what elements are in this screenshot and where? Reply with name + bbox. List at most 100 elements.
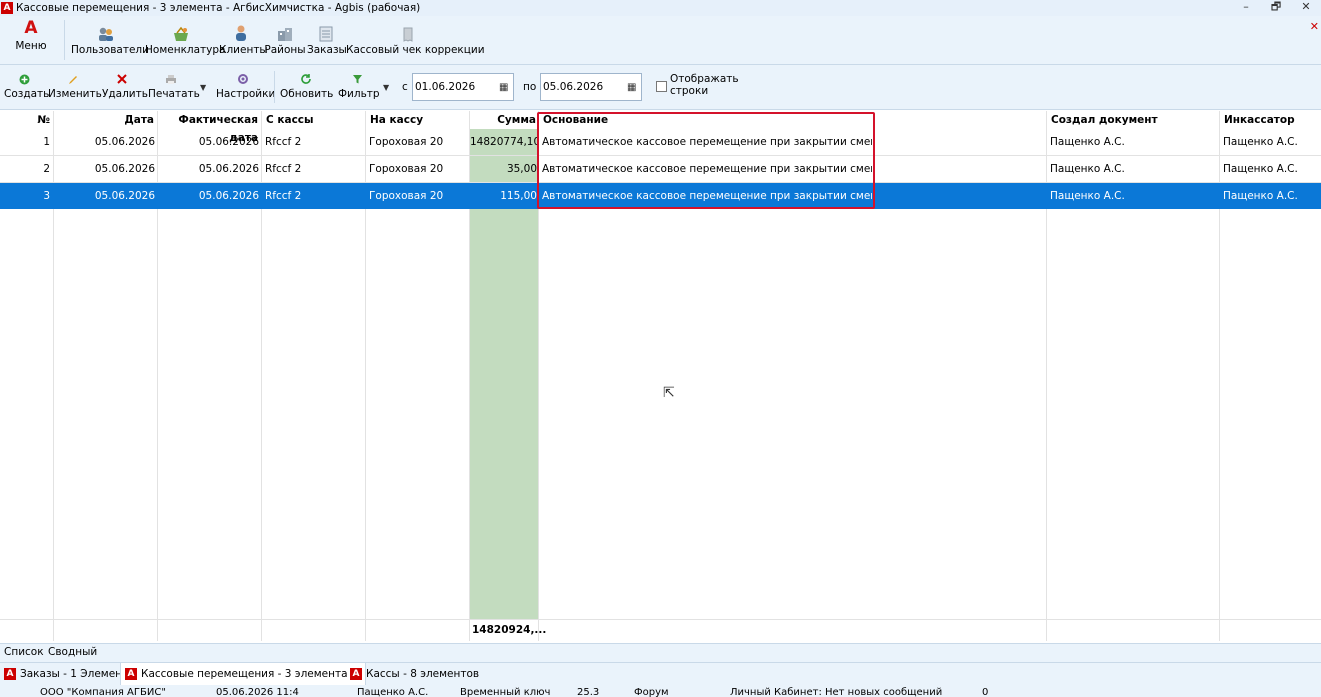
date-to-input[interactable] xyxy=(541,80,623,94)
status-datetime: 05.06.2026 11:4 xyxy=(216,687,299,697)
create-button[interactable]: Создать xyxy=(4,72,50,104)
clients-label: Клиенты xyxy=(219,44,268,56)
cell-to: Гороховая 20 xyxy=(369,190,444,202)
districts-button[interactable]: Районы xyxy=(264,22,306,60)
cell-sum: 35,00 xyxy=(506,163,537,175)
orders-button[interactable]: Заказы xyxy=(307,22,347,60)
filter-label: Фильтр xyxy=(338,88,380,100)
date-from-label: с xyxy=(402,81,408,93)
show-rows-checkbox[interactable]: Отображать строки xyxy=(656,73,739,97)
edit-button[interactable]: Изменить xyxy=(48,72,102,104)
cell-actual-date: 05.06.2026 xyxy=(198,163,259,175)
settings-button[interactable]: Настройки xyxy=(216,72,276,104)
nomenclature-label: Номенклатура xyxy=(145,44,226,56)
users-icon xyxy=(99,27,113,41)
col-header-creator[interactable]: Создал документ xyxy=(1051,111,1211,129)
col-header-to[interactable]: На кассу xyxy=(370,111,468,129)
filter-dropdown-icon[interactable]: ▼ xyxy=(383,83,389,92)
cell-from: Rfccf 2 xyxy=(265,136,302,148)
status-bar: ООО "Компания АГБИС" 05.06.2026 11:4 Пащ… xyxy=(0,685,1321,697)
cell-from: Rfccf 2 xyxy=(265,163,302,175)
tab-summary[interactable]: Сводный xyxy=(48,646,97,658)
cell-number: 2 xyxy=(43,163,50,175)
cell-creator: Пащенко А.С. xyxy=(1050,136,1125,148)
status-company: ООО "Компания АГБИС" xyxy=(40,687,166,697)
status-cabinet[interactable]: Личный Кабинет: Нет новых сообщений xyxy=(730,687,942,697)
print-dropdown-icon[interactable]: ▼ xyxy=(200,83,206,92)
delete-button[interactable]: Удалить xyxy=(102,72,148,104)
filter-icon xyxy=(352,74,362,83)
app-tab-icon: А xyxy=(125,668,137,680)
doc-tab-cash-transfers-label: Кассовые перемещения - 3 элемента xyxy=(141,668,348,680)
minimize-button[interactable]: – xyxy=(1231,0,1261,16)
checkbox-box[interactable] xyxy=(656,81,667,92)
refresh-button[interactable]: Обновить xyxy=(280,72,333,104)
delete-label: Удалить xyxy=(102,88,148,100)
orders-icon xyxy=(319,26,333,42)
maximize-button[interactable]: 🗗 xyxy=(1261,0,1291,16)
date-from-input[interactable] xyxy=(413,80,495,94)
view-tabs: Список Сводный xyxy=(0,643,1321,662)
cell-collector: Пащенко А.С. xyxy=(1223,190,1298,202)
cell-actual-date: 05.06.2026 xyxy=(198,190,259,202)
clients-button[interactable]: Клиенты xyxy=(219,22,268,60)
doc-tab-cash-transfers[interactable]: А Кассовые перемещения - 3 элемента ✕ xyxy=(120,663,367,685)
print-label: Печатать xyxy=(148,88,200,100)
cell-number: 3 xyxy=(43,190,50,202)
window-titlebar: А Кассовые перемещения - 3 элемента - Аг… xyxy=(0,0,1321,16)
orders-label: Заказы xyxy=(307,44,347,56)
calendar-icon[interactable]: ▦ xyxy=(499,82,508,93)
menu-divider xyxy=(64,20,65,60)
printer-icon xyxy=(166,74,176,84)
col-header-collector[interactable]: Инкассатор xyxy=(1224,111,1321,129)
tab-list[interactable]: Список xyxy=(4,646,44,658)
cell-date: 05.06.2026 xyxy=(94,136,155,148)
col-header-sum[interactable]: Сумма xyxy=(470,111,536,129)
doc-tab-orders[interactable]: А Заказы - 1 Элемент xyxy=(0,663,128,685)
plus-circle-icon xyxy=(19,74,29,84)
filter-button[interactable]: Фильтр xyxy=(338,72,380,104)
cell-from: Rfccf 2 xyxy=(265,190,302,202)
client-icon xyxy=(236,25,246,41)
col-header-from[interactable]: С кассы xyxy=(266,111,364,129)
cell-collector: Пащенко А.С. xyxy=(1223,163,1298,175)
districts-label: Районы xyxy=(264,44,306,56)
status-key: Временный ключ xyxy=(460,687,551,697)
status-alerts[interactable]: 0 xyxy=(982,687,988,697)
pencil-icon xyxy=(68,75,77,84)
settings-icon xyxy=(238,74,248,84)
create-label: Создать xyxy=(4,88,50,100)
cell-actual-date: 05.06.2026 xyxy=(198,136,259,148)
close-tab-icon[interactable]: ✕ xyxy=(1310,20,1319,33)
main-menubar: A Меню Пользователи Номенклатура Клиенты… xyxy=(0,16,1321,65)
settings-label: Настройки xyxy=(216,88,276,100)
cell-date: 05.06.2026 xyxy=(94,190,155,202)
app-tab-icon: А xyxy=(4,668,16,680)
close-window-button[interactable]: ✕ xyxy=(1291,0,1321,16)
mouse-cursor-icon: ⇱ xyxy=(663,385,675,401)
cell-date: 05.06.2026 xyxy=(94,163,155,175)
basket-icon xyxy=(174,26,188,41)
toolbar-divider xyxy=(274,71,275,103)
main-menu-button[interactable]: A Меню xyxy=(6,18,56,62)
date-from-field[interactable]: ▦ xyxy=(412,73,514,101)
correction-receipt-button[interactable]: Кассовый чек коррекции xyxy=(346,22,485,60)
cell-number: 1 xyxy=(43,136,50,148)
edit-label: Изменить xyxy=(48,88,102,100)
doc-tab-cashboxes[interactable]: А Кассы - 8 элементов xyxy=(346,663,479,685)
calendar-icon[interactable]: ▦ xyxy=(627,82,636,93)
col-header-actual-date[interactable]: Фактическая дата xyxy=(158,111,258,144)
col-header-date[interactable]: Дата xyxy=(54,111,154,129)
show-rows-label-1: Отображать xyxy=(670,73,739,85)
date-to-field[interactable]: ▦ xyxy=(540,73,642,101)
nomenclature-button[interactable]: Номенклатура xyxy=(145,22,226,60)
print-button[interactable]: Печатать xyxy=(148,72,200,104)
doc-tab-orders-label: Заказы - 1 Элемент xyxy=(20,668,129,680)
users-button[interactable]: Пользователи xyxy=(71,22,149,60)
status-forum[interactable]: Форум xyxy=(634,687,669,697)
col-header-number[interactable]: № xyxy=(0,111,50,129)
doc-tab-cashboxes-label: Кассы - 8 элементов xyxy=(366,668,480,680)
app-tab-icon: А xyxy=(350,668,362,680)
cell-creator: Пащенко А.С. xyxy=(1050,190,1125,202)
buildings-icon xyxy=(278,28,292,41)
